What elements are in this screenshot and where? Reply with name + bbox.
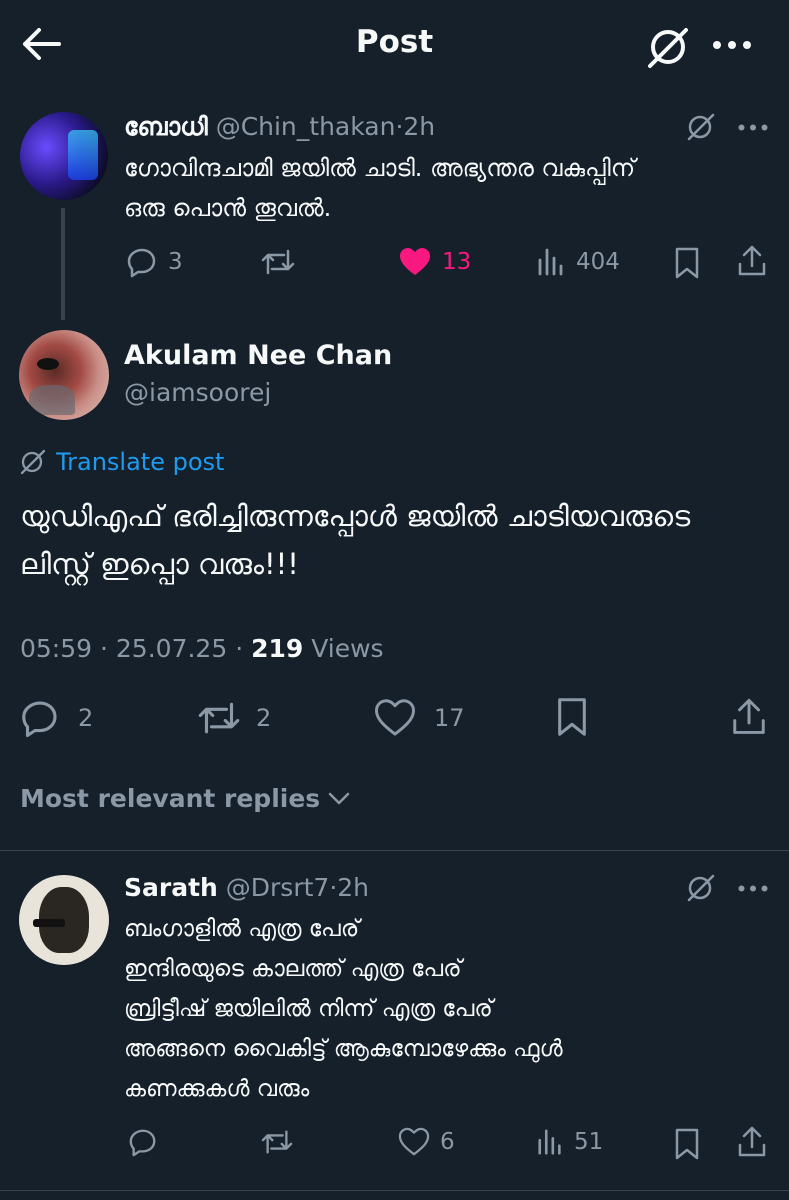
heart-icon: [374, 698, 416, 738]
like-count: 6: [440, 1129, 455, 1155]
share-icon[interactable]: [730, 696, 768, 738]
avatar[interactable]: [19, 875, 109, 965]
separator-dot: ·: [100, 634, 108, 663]
sort-label: Most relevant replies: [20, 784, 321, 813]
view-count: 51: [574, 1129, 604, 1155]
views-icon: [536, 246, 566, 278]
like-count: 17: [434, 704, 465, 732]
parent-post[interactable]: ബോധി @Chin_thakan·2h ഗോവിന്ദചാമി ജയിൽ ചാ…: [0, 100, 789, 320]
text-line: ഒരു പൊൻ തൂവൽ.: [124, 194, 332, 222]
views-button[interactable]: 404: [536, 246, 620, 278]
view-count: 404: [576, 249, 620, 275]
author-handle[interactable]: @Chin_thakan: [216, 112, 396, 141]
post-date[interactable]: 25.07.25: [116, 634, 227, 663]
chevron-down-icon: [328, 792, 350, 806]
bookmark-icon[interactable]: [674, 246, 700, 280]
reply-icon: [128, 1127, 158, 1157]
like-button[interactable]: 17: [374, 698, 465, 738]
repost-button[interactable]: [260, 246, 296, 278]
like-count: 13: [442, 249, 472, 275]
text-line: കണക്കുകൾ വരും: [124, 1076, 310, 1102]
reply-icon: [20, 698, 60, 738]
divider: [0, 1190, 789, 1191]
author-name[interactable]: Sarath: [124, 873, 218, 902]
separator-dot: ·: [235, 634, 244, 663]
text-line: ബംഗാളിൽ എത്ര പേര്: [124, 916, 360, 942]
repost-button[interactable]: [260, 1127, 294, 1157]
repost-count: 2: [256, 704, 272, 732]
views-label: Views: [311, 634, 384, 663]
reply-icon: [126, 246, 158, 278]
reply-button[interactable]: 2: [20, 698, 93, 738]
bookmark-icon[interactable]: [674, 1127, 700, 1161]
post-text: ഗോവിന്ദചാമി ജയിൽ ചാടി. അഭ്യന്തര വകുപ്പിന…: [124, 148, 635, 228]
repost-icon: [260, 246, 296, 278]
author-handle[interactable]: @Drsrt7: [226, 873, 330, 902]
heart-filled-icon: [398, 246, 432, 278]
more-options-icon[interactable]: [738, 124, 768, 131]
post-time[interactable]: 2h: [337, 873, 369, 902]
grok-icon: [20, 449, 46, 475]
author-handle[interactable]: @iamsoorej: [124, 378, 271, 407]
avatar[interactable]: [19, 330, 109, 420]
share-icon[interactable]: [736, 1125, 768, 1159]
avatar[interactable]: [20, 112, 108, 200]
repost-icon: [260, 1127, 294, 1157]
post-text: ബംഗാളിൽ എത്ര പേര് ഇന്ദിരയുടെ കാലത്ത് എത്…: [124, 909, 563, 1109]
bookmark-icon[interactable]: [556, 696, 588, 738]
reply-button[interactable]: 3: [126, 246, 183, 278]
repost-button[interactable]: 2: [196, 698, 271, 738]
post-meta: 05:59 · 25.07.25 · 219 Views: [20, 634, 384, 663]
like-button[interactable]: 13: [398, 246, 471, 278]
text-line: ബ്രിട്ടീഷ് ജയിലിൽ നിന്ന് എത്ര പേര്: [124, 996, 493, 1022]
repost-icon: [196, 698, 242, 738]
text-line: അങ്ങനെ വൈകിട്ട് ആകുമ്പോഴേക്കും ഫുൾ: [124, 1036, 563, 1062]
more-options-icon[interactable]: [712, 40, 752, 50]
share-icon[interactable]: [736, 244, 768, 278]
reply-post[interactable]: Sarath @Drsrt7·2h ബംഗാളിൽ എത്ര പേര് ഇന്ദ…: [0, 851, 789, 1191]
views-button[interactable]: 51: [536, 1127, 603, 1157]
reply-count: 2: [78, 704, 94, 732]
author-name[interactable]: Akulam Nee Chan: [124, 340, 392, 371]
author-name[interactable]: ബോധി: [124, 112, 208, 141]
more-options-icon[interactable]: [738, 885, 768, 892]
like-button[interactable]: 6: [398, 1127, 455, 1157]
translate-label: Translate post: [56, 448, 225, 476]
views-count: 219: [251, 634, 304, 663]
grok-icon[interactable]: [686, 873, 716, 903]
grok-icon[interactable]: [686, 112, 716, 142]
views-icon: [536, 1127, 564, 1157]
reply-count: 3: [168, 249, 183, 275]
heart-icon: [398, 1127, 430, 1157]
thread-line: [61, 208, 65, 320]
post-time[interactable]: 05:59: [20, 634, 92, 663]
grok-icon[interactable]: [646, 24, 692, 70]
reply-button[interactable]: [128, 1127, 158, 1157]
reply-sort-dropdown[interactable]: Most relevant replies: [20, 784, 350, 813]
text-line: ഇന്ദിരയുടെ കാലത്ത് എത്ര പേര്: [124, 956, 462, 982]
top-bar: Post: [0, 0, 789, 92]
text-line: യുഡിഎഫ് ഭരിച്ചിരുന്നപ്പോൾ ജയിൽ ചാടിയവരുട…: [20, 499, 691, 533]
text-line: ലിസ്റ്റ് ഇപ്പൊ വരും!!!: [20, 547, 299, 581]
post-time[interactable]: 2h: [403, 112, 435, 141]
text-line: ഗോവിന്ദചാമി ജയിൽ ചാടി. അഭ്യന്തര വകുപ്പിന…: [124, 154, 636, 182]
post-text: യുഡിഎഫ് ഭരിച്ചിരുന്നപ്പോൾ ജയിൽ ചാടിയവരുട…: [20, 492, 690, 588]
translate-post-link[interactable]: Translate post: [20, 448, 224, 476]
